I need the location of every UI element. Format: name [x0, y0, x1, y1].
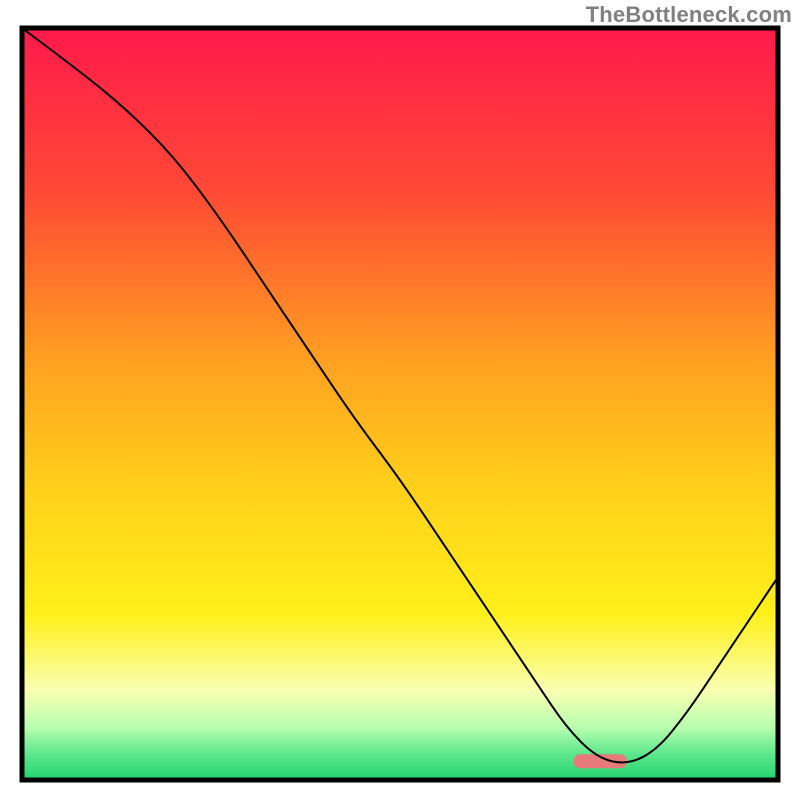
watermark-text: TheBottleneck.com: [586, 2, 792, 28]
plot-gradient-fill: [22, 28, 778, 780]
bottleneck-chart: [0, 0, 800, 800]
chart-stage: TheBottleneck.com: [0, 0, 800, 800]
